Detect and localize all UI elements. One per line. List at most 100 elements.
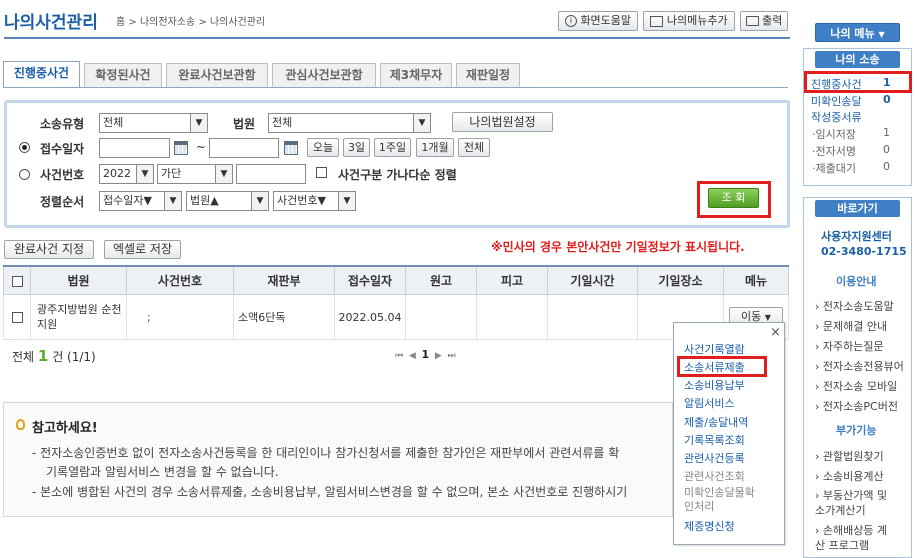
case-type-select[interactable]: 전체 ▼ [99,113,208,133]
col-hearing-place: 기일장소 [637,265,724,295]
date-all-button[interactable]: 전체 [458,138,490,157]
tab-interest-archive[interactable]: 관심사건보관함 [272,63,376,87]
date-range-tilde: ~ [196,140,207,154]
help-button[interactable]: i 화면도움말 [558,11,638,31]
breadcrumb-home[interactable]: 홈 [116,17,125,28]
my-menu-button[interactable]: 나의 메뉴 ▼ [815,23,900,42]
breadcrumb: 홈 > 나의전자소송 > 나의사건관리 [116,17,266,28]
cell-defendant [476,294,548,340]
calendar-icon[interactable] [174,141,188,155]
tab-confirmed[interactable]: 확정된사건 [84,63,162,87]
col-menu: 메뉴 [723,265,789,295]
menu-item-submission-history[interactable]: 제출/송달내역 [684,414,748,430]
menu-item-unconfirmed[interactable]: 미확인송달물확인처리 [684,486,764,514]
menu-item-certificate[interactable]: 제증명신청 [684,518,735,534]
sidebar-count-unconfirmed: 0 [883,93,891,106]
chevron-down-icon: ▼ [413,114,430,132]
complete-case-button[interactable]: 완료사건 지정 [4,240,94,259]
order-select-date[interactable]: 접수일자▼ ▼ [99,191,182,211]
date-to-input[interactable] [209,138,279,158]
sidebar-count-submit-wait: 0 [883,160,890,173]
extra-item-court-search[interactable]: › 관할법원찾기 [815,448,884,464]
sidebar-item-drafts[interactable]: 작성중서류 [811,109,862,125]
chevron-down-icon: ▼ [164,192,181,210]
breadcrumb-my-lawsuit[interactable]: 나의전자소송 [140,17,195,28]
extra-item-property-calc[interactable]: › 부동산가액 및 소가계산기 [815,488,895,518]
chevron-down-icon: ▼ [878,30,885,39]
col-plaintiff: 원고 [405,265,477,295]
guide-item-mobile[interactable]: › 전자소송 모바일 [815,378,897,394]
reference-title: 참고하세요! [32,421,98,436]
tab-third-debtor[interactable]: 제3채무자 [380,63,452,87]
menu-item-record-list[interactable]: 기록목록조회 [684,432,745,448]
print-button[interactable]: 출력 [740,11,788,31]
court-select[interactable]: 전체 ▼ [268,113,431,133]
last-page-icon[interactable]: ⏭ [448,351,456,361]
sidebar-item-unconfirmed[interactable]: 미확인송달 [811,93,862,109]
my-court-setting-button[interactable]: 나의법원설정 [452,112,553,132]
calendar-icon[interactable] [284,141,298,155]
chevron-down-icon: ▼ [215,165,232,183]
sidebar-item-e-sign[interactable]: ·전자서명 [812,143,856,159]
menu-item-pay-costs[interactable]: 소송비용납부 [684,377,745,393]
case-category-select[interactable]: 가단 ▼ [157,164,233,184]
order-select-court[interactable]: 법원▲ ▼ [186,191,269,211]
help-center-label: 사용자지원센터 [821,230,892,243]
receipt-date-radio[interactable] [19,142,30,153]
guide-item-faq[interactable]: › 자주하는질문 [815,338,884,354]
menu-item-submit-documents[interactable]: 소송서류제출 [684,359,745,375]
date-from-input[interactable] [99,138,170,158]
guide-item-viewer[interactable]: › 전자소송전용뷰어 [815,358,904,374]
menu-item-notification[interactable]: 알림서비스 [684,395,735,411]
tab-trial-schedule[interactable]: 재판일정 [456,63,520,87]
menu-item-record-view[interactable]: 사건기록열람 [684,341,745,357]
order-select-caseno[interactable]: 사건번호▼ ▼ [273,191,356,211]
sidebar-item-submit-wait[interactable]: ·제출대기 [812,160,856,176]
chevron-down-icon: ▼ [764,313,771,322]
date-1month-button[interactable]: 1개월 [416,138,454,157]
sidebar-count-in-progress: 1 [883,76,891,89]
col-case-number: 사건번호 [126,265,234,295]
menu-item-related-register[interactable]: 관련사건등록 [684,450,745,466]
col-division: 재판부 [233,265,335,295]
sort-check-label: 사건구분 가나다순 정렬 [338,168,457,182]
tab-in-progress[interactable]: 진행중사건 [3,61,80,88]
prev-page-icon[interactable]: ◀ [409,351,416,361]
extra-item-cost-calc[interactable]: › 소송비용계산 [815,468,884,484]
row-checkbox[interactable] [11,312,23,323]
guide-item-troubleshoot[interactable]: › 문제해결 안내 [815,318,887,334]
next-page-icon[interactable]: ▶ [435,351,442,361]
year-select[interactable]: 2022 ▼ [99,164,154,184]
case-number-label: 사건번호 [40,168,85,182]
reference-line-3: - 본소에 병합된 사건의 경우 소송서류제출, 소송비용납부, 알림서비스변경… [32,485,628,499]
date-today-button[interactable]: 오늘 [307,138,339,157]
search-button[interactable]: 조 회 [708,188,759,208]
case-type-label: 소송유형 [40,117,85,131]
title-divider [4,37,790,39]
menu-item-related-view[interactable]: 관련사건조회 [684,468,745,484]
breadcrumb-current: 나의사건관리 [209,17,266,28]
tab-completed-archive[interactable]: 완료사건보관함 [166,63,268,87]
cell-case-number[interactable]: ; [126,294,234,340]
sidebar-item-in-progress[interactable]: 진행중사건 [811,76,862,92]
sort-checkbox[interactable] [316,167,327,178]
select-all-checkbox[interactable] [11,275,23,287]
current-page[interactable]: 1 [422,348,430,361]
guide-item-pc[interactable]: › 전자소송PC버전 [815,398,898,414]
date-1week-button[interactable]: 1주일 [374,138,411,157]
sidebar-count-temp-save: 1 [883,126,890,139]
case-table: 법원 사건번호 재판부 접수일자 원고 피고 기일시간 기일장소 메뉴 광주지방… [3,265,789,340]
case-number-input[interactable] [236,164,306,184]
sidebar-item-temp-save[interactable]: ·임시저장 [812,126,856,142]
close-icon[interactable]: × [770,325,781,340]
guide-item-help[interactable]: › 전자소송도움말 [815,298,894,314]
add-my-menu-button[interactable]: 나의메뉴추가 [643,11,735,31]
col-defendant: 피고 [476,265,548,295]
date-3days-button[interactable]: 3일 [343,138,370,157]
question-icon: i [564,15,577,27]
extra-item-damage-calc[interactable]: › 손해배상등 계산 프로그램 [815,523,895,553]
chevron-down-icon: ▼ [190,114,207,132]
case-number-radio[interactable] [19,169,30,180]
excel-save-button[interactable]: 엑셀로 저장 [104,240,181,259]
first-page-icon[interactable]: ⏮ [395,351,403,361]
